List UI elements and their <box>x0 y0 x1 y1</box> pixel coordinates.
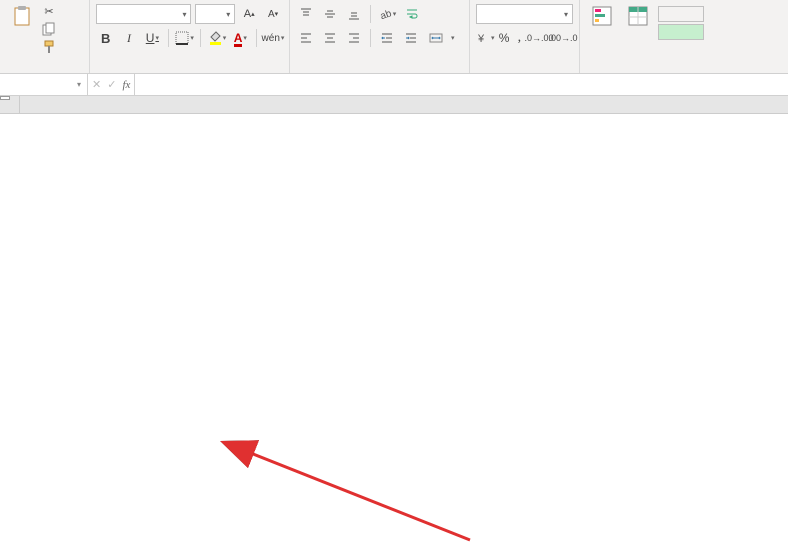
svg-text:ab: ab <box>379 8 392 21</box>
orientation-button[interactable]: ab▾ <box>377 4 397 24</box>
selection-tooltip <box>0 96 10 100</box>
copy-button[interactable] <box>38 20 63 38</box>
increase-indent-button[interactable] <box>401 28 421 48</box>
clipboard-icon <box>10 4 34 28</box>
paste-button[interactable] <box>6 2 38 56</box>
align-right-button[interactable] <box>344 28 364 48</box>
italic-button[interactable]: I <box>119 28 138 48</box>
decrease-font-button[interactable]: A▾ <box>263 4 283 24</box>
cancel-icon[interactable]: ✕ <box>92 78 101 91</box>
orientation-icon: ab <box>378 7 392 21</box>
merge-icon <box>428 30 444 46</box>
format-painter-button[interactable] <box>38 38 63 56</box>
merge-center-button[interactable]: ▾ <box>425 29 458 47</box>
formula-bar: ▾ ✕ ✓ fx <box>0 74 788 96</box>
chevron-down-icon: ▾ <box>564 10 568 19</box>
table-format-button[interactable] <box>622 2 654 56</box>
style-normal[interactable] <box>658 6 704 22</box>
chevron-down-icon: ▾ <box>182 10 186 19</box>
svg-text:¥: ¥ <box>477 33 485 45</box>
column-headers <box>20 96 788 114</box>
ribbon-group-clipboard: ✂ <box>0 0 90 73</box>
chevron-down-icon: ▾ <box>77 80 81 89</box>
wrap-text-button[interactable] <box>401 5 426 23</box>
align-middle-button[interactable] <box>320 4 340 24</box>
ribbon-toolbar: ✂ <box>0 0 788 74</box>
currency-icon: ¥ <box>476 31 490 45</box>
align-left-button[interactable] <box>296 28 316 48</box>
increase-font-button[interactable]: A▴ <box>239 4 259 24</box>
border-button[interactable]: ▾ <box>175 28 194 48</box>
ribbon-group-font: ▾ ▾ A▴ A▾ B I U▾ ▾ ▾ A <box>90 0 290 73</box>
ribbon-group-alignment: ab▾ ▾ <box>290 0 470 73</box>
font-size-combo[interactable]: ▾ <box>195 4 235 24</box>
number-format-combo[interactable]: ▾ <box>476 4 573 24</box>
table-icon <box>626 4 650 28</box>
comma-button[interactable]: , <box>514 28 525 48</box>
conditional-format-button[interactable] <box>586 2 618 56</box>
bold-button[interactable]: B <box>96 28 115 48</box>
font-name-combo[interactable]: ▾ <box>96 4 191 24</box>
currency-button[interactable]: ¥▾ <box>476 28 495 48</box>
wrap-icon <box>404 6 420 22</box>
conditional-icon <box>590 4 614 28</box>
bucket-icon <box>208 31 222 45</box>
chevron-down-icon: ▾ <box>226 10 230 19</box>
style-good[interactable] <box>658 24 704 40</box>
fx-button[interactable]: fx <box>122 79 130 91</box>
border-icon <box>175 31 189 45</box>
align-top-button[interactable] <box>296 4 316 24</box>
align-bottom-button[interactable] <box>344 4 364 24</box>
align-center-button[interactable] <box>320 28 340 48</box>
font-color-button[interactable]: A ▾ <box>231 28 250 48</box>
scissors-icon: ✂ <box>41 3 57 19</box>
brush-icon <box>41 39 57 55</box>
name-box[interactable]: ▾ <box>0 74 88 95</box>
decrease-indent-button[interactable] <box>377 28 397 48</box>
enter-icon[interactable]: ✓ <box>107 78 116 91</box>
increase-decimal-button[interactable]: .0→.00 <box>529 28 549 48</box>
cut-button[interactable]: ✂ <box>38 2 63 20</box>
fill-color-button[interactable]: ▾ <box>207 28 226 48</box>
decrease-decimal-button[interactable]: .00→.0 <box>553 28 573 48</box>
underline-button[interactable]: U▾ <box>143 28 162 48</box>
ribbon-group-number: ▾ ¥▾ % , .0→.00 .00→.0 <box>470 0 580 73</box>
copy-icon <box>41 21 57 37</box>
percent-button[interactable]: % <box>499 28 510 48</box>
ribbon-group-styles <box>580 0 788 73</box>
phonetic-button[interactable]: wén▾ <box>263 28 283 48</box>
